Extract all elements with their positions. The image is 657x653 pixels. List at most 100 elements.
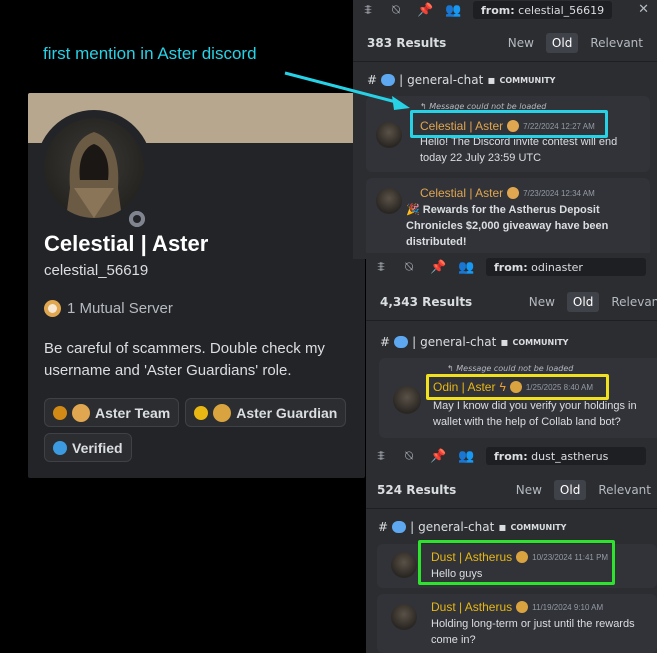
aster-badge-icon xyxy=(507,187,520,199)
sort-tabs: New Old Relevant xyxy=(502,32,649,53)
message-header: Celestial | Aster 7/23/2024 12:34 AM xyxy=(420,186,595,200)
category-name: COMMUNITY xyxy=(510,522,567,532)
results-bar: 383 Results New Old Relevant xyxy=(353,24,657,62)
sort-relevant-tab[interactable]: Relevant xyxy=(584,33,649,53)
message-avatar[interactable] xyxy=(393,386,421,414)
sort-new-tab[interactable]: New xyxy=(523,292,561,312)
reply-preview: ↰ Message could not be loaded xyxy=(447,364,574,373)
message-avatar[interactable] xyxy=(391,552,417,578)
search-panel-odin: ⩨ ⍉ 📌 👥 from: odinaster ✕ 4,343 Results … xyxy=(366,253,657,443)
mute-icon[interactable]: ⍉ xyxy=(402,449,416,464)
sort-tabs: New Old Relevant xyxy=(510,479,657,500)
message-author[interactable]: Dust | Astherus xyxy=(431,600,512,614)
message-author[interactable]: Celestial | Aster xyxy=(420,119,503,133)
role-aster-team[interactable]: Aster Team xyxy=(44,398,180,427)
sort-old-tab[interactable]: Old xyxy=(553,479,587,500)
sort-relevant-tab[interactable]: Relevant xyxy=(605,292,657,312)
profile-display-name: Celestial | Aster xyxy=(44,231,209,256)
message-header: Dust | Astherus 10/23/2024 11:41 PM xyxy=(431,550,608,564)
sort-new-tab[interactable]: New xyxy=(502,33,540,53)
search-result-message[interactable]: ↰ Message could not be loaded Celestial … xyxy=(366,96,650,172)
sort-old-tab[interactable]: Old xyxy=(545,32,579,53)
message-header: Celestial | Aster 7/22/2024 12:27 AM xyxy=(420,119,595,133)
channel-header[interactable]: # | general-chat ▪ COMMUNITY xyxy=(367,73,555,87)
channel-header[interactable]: # | general-chat ▪ COMMUNITY xyxy=(380,335,568,349)
channel-name: general-chat xyxy=(420,335,497,349)
role-verified[interactable]: Verified xyxy=(44,433,132,462)
threads-icon[interactable]: ⩨ xyxy=(361,3,375,18)
message-avatar[interactable] xyxy=(376,122,402,148)
members-icon[interactable]: 👥 xyxy=(458,449,474,464)
results-count: 383 Results xyxy=(367,35,447,50)
pin-icon[interactable]: 📌 xyxy=(430,260,446,275)
search-input[interactable]: from: odinaster xyxy=(486,258,646,276)
search-panel-dust: ⩨ ⍉ 📌 👥 from: dust_astherus 524 Results … xyxy=(366,440,657,653)
members-icon[interactable]: 👥 xyxy=(458,260,474,275)
avatar[interactable] xyxy=(44,118,144,218)
separator: | xyxy=(399,73,404,87)
message-header: Dust | Astherus 11/19/2024 9:10 AM xyxy=(431,600,603,614)
message-line: May I know did you verify your holdings … xyxy=(433,400,637,412)
role-color-dot xyxy=(194,405,209,420)
separator: | xyxy=(410,520,415,534)
threads-icon[interactable]: ⩨ xyxy=(374,260,388,275)
profile-bio: Be careful of scammers. Double check my … xyxy=(44,340,325,379)
reply-note-text: Message could not be loaded xyxy=(456,364,574,373)
role-aster-guardian[interactable]: Aster Guardian xyxy=(185,398,347,427)
message-author[interactable]: Odin | Aster xyxy=(433,380,495,394)
chat-bubble-icon xyxy=(381,74,396,86)
role-label: Aster Guardian xyxy=(236,404,338,421)
message-line: Hello! The Discord invite contest will e… xyxy=(420,136,618,148)
pin-icon[interactable]: 📌 xyxy=(430,449,446,464)
role-color-dot xyxy=(53,440,67,455)
search-result-message[interactable]: Celestial | Aster 7/23/2024 12:34 AM 🎉 R… xyxy=(366,178,650,258)
folder-icon: ▪ xyxy=(498,520,507,534)
sort-old-tab[interactable]: Old xyxy=(566,291,600,312)
results-bar: 4,343 Results New Old Relevant xyxy=(366,283,657,321)
annotation-label: first mention in Aster discord xyxy=(43,44,257,63)
search-result-message[interactable]: Dust | Astherus 11/19/2024 9:10 AM Holdi… xyxy=(377,594,657,653)
message-timestamp: 10/23/2024 11:41 PM xyxy=(532,552,609,562)
message-avatar[interactable] xyxy=(391,604,417,630)
search-result-message[interactable]: ↰ Message could not be loaded Odin | Ast… xyxy=(379,358,657,438)
chat-bubble-icon xyxy=(392,521,407,533)
category-name: COMMUNITY xyxy=(499,75,556,85)
message-text: 🎉 Rewards for the Astherus Deposit Chron… xyxy=(406,202,608,250)
mutual-servers-link[interactable]: 1 Mutual Server xyxy=(44,300,173,317)
verified-badge-icon xyxy=(516,601,529,613)
message-author[interactable]: Dust | Astherus xyxy=(431,550,512,564)
hooded-figure-icon xyxy=(66,132,122,218)
search-query: dust_astherus xyxy=(531,449,609,463)
channel-toolbar: ⩨ ⍉ 📌 👥 from: dust_astherus xyxy=(366,446,657,466)
message-avatar[interactable] xyxy=(376,188,402,214)
message-author[interactable]: Celestial | Aster xyxy=(420,186,503,200)
search-input[interactable]: from: celestial_56619 xyxy=(473,1,613,19)
screenshot-collage: Celestial | Aster celestial_56619 1 Mutu… xyxy=(0,0,657,653)
sort-tabs: New Old Relevant xyxy=(523,291,657,312)
channel-toolbar: ⩨ ⍉ 📌 👥 from: odinaster ✕ xyxy=(366,257,657,277)
channel-name: general-chat xyxy=(418,520,495,534)
folder-icon: ▪ xyxy=(500,335,509,349)
threads-icon[interactable]: ⩨ xyxy=(374,449,388,464)
message-text: Hello guys xyxy=(431,566,482,582)
hash-icon: # xyxy=(367,73,378,87)
pin-icon[interactable]: 📌 xyxy=(417,3,433,18)
mute-icon[interactable]: ⍉ xyxy=(389,3,403,18)
sort-relevant-tab[interactable]: Relevant xyxy=(592,480,657,500)
separator: | xyxy=(412,335,417,349)
sort-new-tab[interactable]: New xyxy=(510,480,548,500)
channel-name: general-chat xyxy=(407,73,484,87)
members-icon[interactable]: 👥 xyxy=(445,3,461,18)
results-count: 4,343 Results xyxy=(380,294,473,309)
role-color-dot xyxy=(53,405,67,420)
search-panel-celestial: ⩨ ⍉ 📌 👥 from: celestial_56619 ✕ 383 Resu… xyxy=(353,0,657,259)
search-result-message[interactable]: Dust | Astherus 10/23/2024 11:41 PM Hell… xyxy=(377,544,657,588)
hash-icon: # xyxy=(378,520,389,534)
message-line: wallet with the help of Collab land bot? xyxy=(433,416,621,428)
close-icon[interactable]: ✕ xyxy=(638,2,649,17)
role-list: Aster Team Aster Guardian Verified xyxy=(44,398,364,462)
verified-badge-icon xyxy=(509,381,522,393)
channel-header[interactable]: # | general-chat ▪ COMMUNITY xyxy=(378,520,566,534)
mute-icon[interactable]: ⍉ xyxy=(402,260,416,275)
search-input[interactable]: from: dust_astherus xyxy=(486,447,646,465)
